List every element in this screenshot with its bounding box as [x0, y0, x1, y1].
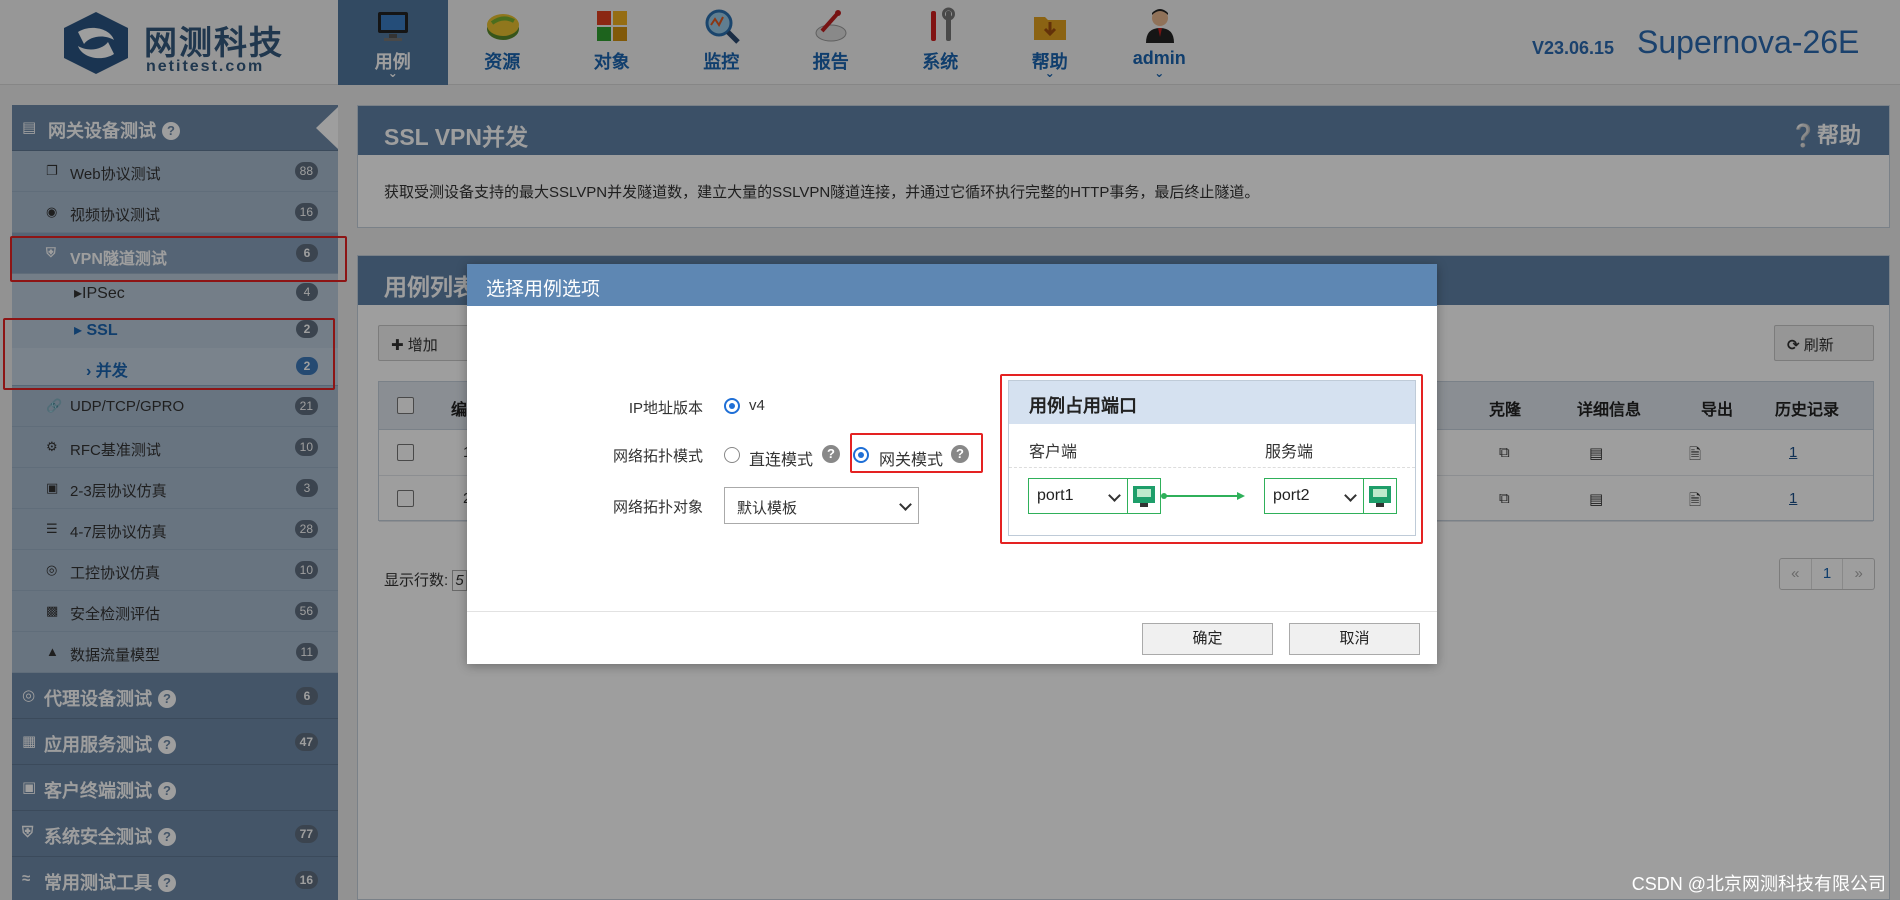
highlight-gateway-mode: [850, 433, 983, 473]
chevron-down-icon: [899, 498, 912, 511]
direct-mode-radio[interactable]: [724, 447, 740, 463]
cancel-button[interactable]: 取消: [1289, 623, 1420, 655]
topo-object-select[interactable]: 默认模板: [724, 487, 919, 524]
ip-version-label: IP地址版本: [628, 400, 703, 417]
watermark: CSDN @北京网测科技有限公司: [1631, 874, 1886, 894]
dialog-footer-divider: [467, 611, 1437, 612]
highlight-port-panel: [1000, 374, 1423, 544]
ip-v4-label: v4: [749, 397, 765, 414]
dialog-title: 选择用例选项: [467, 264, 1437, 306]
topo-mode-label: 网络拓扑模式: [612, 448, 703, 465]
help-icon[interactable]: ?: [822, 445, 840, 463]
ip-v4-radio[interactable]: [724, 398, 740, 414]
direct-mode-label: 直连模式: [749, 452, 814, 469]
topo-object-value: 默认模板: [737, 500, 798, 517]
case-options-dialog: 选择用例选项 IP地址版本 v4 网络拓扑模式 直连模式 ? 网关模式 ? 网络…: [467, 264, 1437, 664]
ok-button[interactable]: 确定: [1142, 623, 1273, 655]
topo-object-label: 网络拓扑对象: [612, 499, 703, 516]
